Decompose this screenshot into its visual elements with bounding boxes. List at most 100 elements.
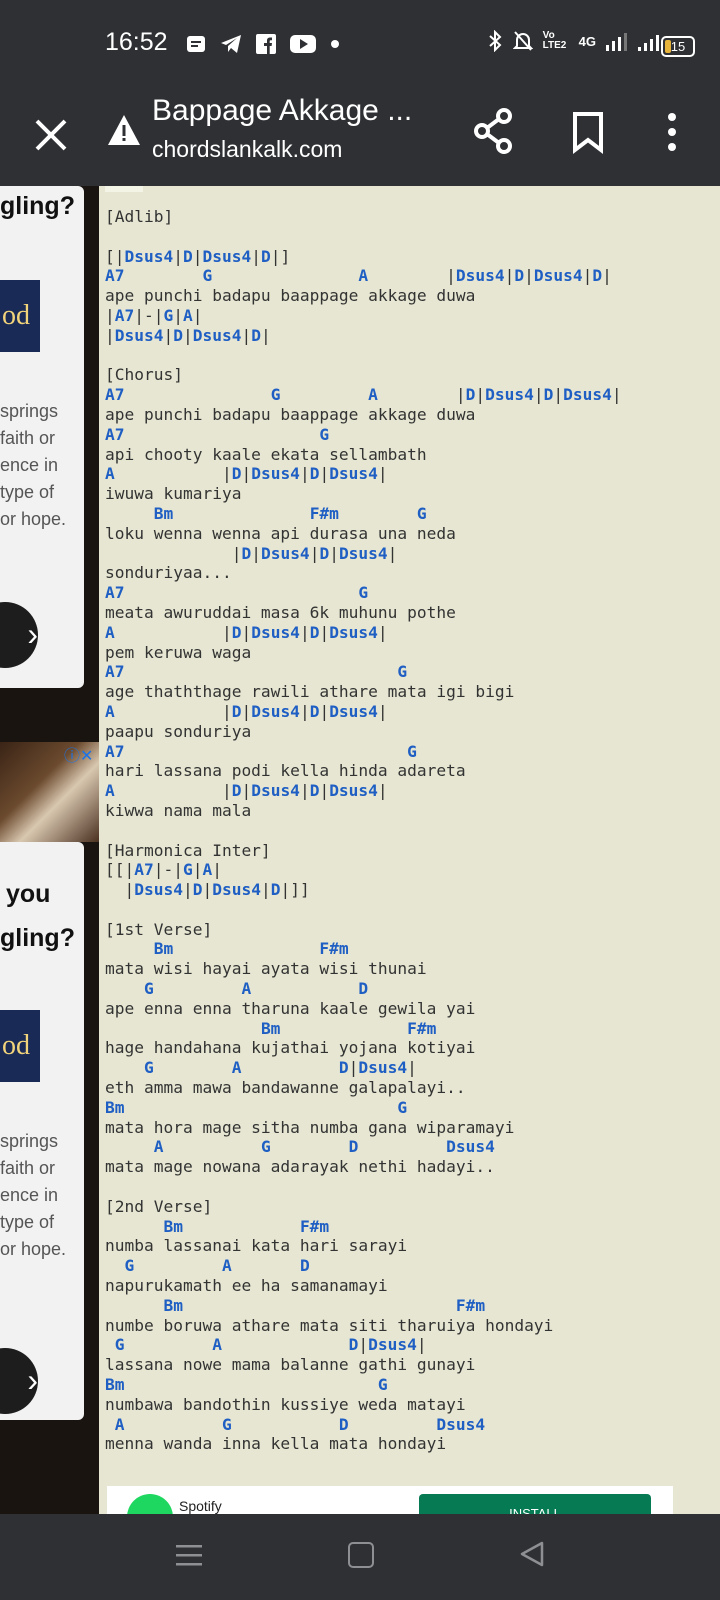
- chord-label: Dsus4: [338, 543, 388, 563]
- signal-icon-2: [638, 35, 659, 51]
- youtube-icon: [290, 35, 316, 53]
- recents-icon[interactable]: [176, 1544, 202, 1566]
- song-line: A |D|Dsus4|D|Dsus4|: [105, 781, 388, 800]
- lyric-text: sonduriyaa...: [105, 563, 232, 583]
- bookmark-icon[interactable]: [568, 108, 608, 158]
- share-icon[interactable]: [470, 106, 518, 156]
- chord-label: G: [124, 1256, 135, 1276]
- ad-card-2[interactable]: you gling? od springs faith or ence in t…: [0, 842, 84, 1420]
- song-line: A7 G A |D|Dsus4|D|Dsus4|: [105, 385, 622, 404]
- home-icon[interactable]: [348, 1542, 374, 1568]
- lyric-text: [1st Verse]: [105, 919, 213, 939]
- chord-label: F#m: [309, 503, 339, 523]
- chord-label: D: [338, 1414, 349, 1434]
- chord-label: A7: [105, 424, 125, 444]
- lyric-text: |: [163, 325, 174, 345]
- close-icon[interactable]: [28, 112, 78, 162]
- song-line: A7 G: [105, 662, 407, 681]
- chord-label: A7: [105, 583, 125, 603]
- lyric-text: iwuwa kumariya: [105, 484, 242, 504]
- song-line: A7 G A |Dsus4|D|Dsus4|D|: [105, 266, 612, 285]
- chord-label: D: [319, 543, 330, 563]
- chord-label: D: [251, 325, 261, 345]
- lyric-text: kiwwa nama mala: [105, 800, 252, 820]
- song-line: A |D|Dsus4|D|Dsus4|: [105, 464, 388, 483]
- lyric-text: [154, 979, 242, 998]
- chord-label: D: [358, 979, 369, 999]
- song-line: G A D|Dsus4|: [105, 1058, 417, 1077]
- lyric-text: |: [105, 325, 115, 345]
- lyric-text: |: [114, 701, 232, 721]
- lyric-text: |: [368, 266, 456, 286]
- chord-label: D: [543, 385, 554, 405]
- mute-icon: [512, 31, 533, 51]
- chord-label: Dsus4: [329, 701, 378, 721]
- navigation-bar: [0, 1514, 720, 1600]
- lyric-text: paapu sonduriya: [105, 721, 252, 741]
- lyric-text: |: [241, 781, 252, 801]
- song-line: |A7|-|G|A|: [105, 306, 203, 325]
- lyric-text: [173, 939, 319, 958]
- lyric-text: |: [416, 1335, 427, 1355]
- song-line: |D|Dsus4|D|Dsus4|: [105, 543, 398, 563]
- ad-text: springs faith or ence in type of or hope…: [0, 401, 67, 529]
- chord-label: D: [270, 880, 281, 900]
- chord-label: D: [465, 385, 476, 405]
- install-button[interactable]: INSTALL: [419, 1494, 651, 1516]
- lyric-text: pem keruwa waga: [105, 642, 252, 662]
- lyric-text: |: [358, 1335, 369, 1355]
- lyric-text: age thaththage rawili athare mata igi bi…: [105, 682, 515, 702]
- chord-label: Dsus4: [251, 464, 300, 484]
- lyric-text: numbawa bandothin kussiye weda matayi: [105, 1394, 466, 1414]
- telegram-icon: [221, 35, 241, 53]
- chord-label: A: [212, 1335, 222, 1355]
- chord-label: Dsus4: [251, 622, 300, 642]
- chord-label: Dsus4: [329, 781, 378, 801]
- chord-label: A7: [105, 385, 125, 405]
- adchoices-icon[interactable]: ⓘ✕: [64, 742, 93, 766]
- lyric-text: |: [202, 880, 213, 900]
- lyric-text: |: [407, 1058, 417, 1078]
- song-line: paapu sonduriya: [105, 722, 251, 741]
- song-line: G A D: [105, 1256, 310, 1275]
- chord-label: G: [143, 1058, 154, 1078]
- chord-label: F#m: [455, 1295, 486, 1315]
- chord-label: Dsus4: [358, 1058, 408, 1078]
- lyric-text: |: [114, 781, 232, 801]
- lyric-text: |]]: [280, 880, 310, 900]
- chord-label: D: [231, 781, 242, 801]
- lyric-text: [280, 1019, 407, 1038]
- lyric-text: hari lassana podi kella hinda adareta: [105, 761, 466, 781]
- lyric-text: [251, 979, 358, 998]
- battery-level: 15: [670, 39, 686, 54]
- lyric-text: |: [241, 622, 252, 642]
- song-line: [Chorus]: [105, 365, 183, 384]
- song-line: ape enna enna tharuna kaale gewila yai: [105, 999, 475, 1018]
- ad-heading: gling?: [0, 192, 75, 220]
- lyric-text: |: [114, 622, 232, 642]
- chord-label: D: [260, 246, 271, 266]
- back-icon[interactable]: [518, 1540, 546, 1568]
- page-url[interactable]: chordslankalk.com: [152, 136, 342, 163]
- chord-label: G: [183, 860, 193, 880]
- spotify-banner-ad[interactable]: Spotify INSTALL: [107, 1486, 673, 1516]
- chord-label: D: [348, 1137, 359, 1157]
- chord-label: A7: [105, 266, 125, 286]
- chord-label: Dsus4: [485, 385, 534, 405]
- status-time: 16:52: [105, 28, 168, 56]
- lyric-text: |: [377, 464, 388, 484]
- browser-toolbar: Bappage Akkage ... chordslankalk.com: [0, 88, 720, 186]
- lyric-text: |]: [270, 246, 291, 266]
- more-vert-icon[interactable]: [655, 108, 689, 158]
- lyric-text: |: [377, 385, 466, 405]
- song-line: Bm F#m: [105, 939, 349, 958]
- warning-icon[interactable]: [106, 112, 142, 148]
- message-icon: [187, 36, 205, 52]
- chord-label: D: [231, 464, 242, 484]
- lyric-text: |: [504, 266, 515, 286]
- lyric-text: [125, 425, 320, 444]
- chord-label: A: [241, 979, 252, 999]
- song-line: ape punchi badapu baappage akkage duwa: [105, 286, 475, 305]
- lyric-text: |-|: [153, 860, 183, 880]
- lyric-text: [125, 266, 203, 285]
